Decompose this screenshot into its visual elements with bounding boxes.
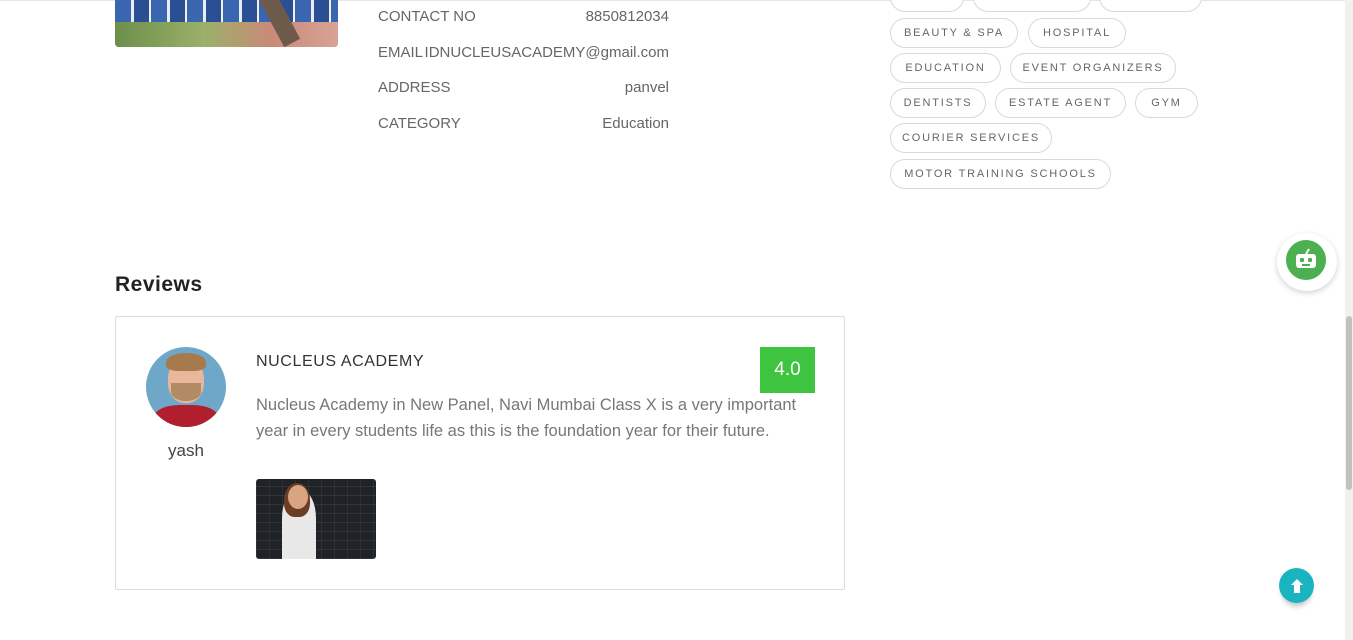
chatbot-icon: [1286, 240, 1326, 280]
reviews-title: Reviews: [115, 273, 203, 296]
detail-row-address: ADDRESS panvel: [378, 79, 669, 99]
category-tag[interactable]: GYM: [1135, 88, 1198, 118]
arrow-up-icon: [1290, 578, 1303, 593]
chatbot-button[interactable]: [1277, 233, 1337, 291]
listing-photo: [115, 0, 338, 47]
detail-label: CONTACT NO: [378, 8, 476, 25]
category-tag[interactable]: COURIER SERVICES: [890, 123, 1052, 153]
detail-value: Education: [602, 115, 669, 132]
review-text: Nucleus Academy in New Panel, Navi Mumba…: [256, 396, 797, 440]
detail-label: ADDRESS: [378, 79, 451, 96]
avatar: [146, 347, 226, 427]
detail-label: EMAIL: [378, 44, 424, 61]
review-heading: NUCLEUS ACADEMY: [256, 353, 425, 370]
category-tag[interactable]: EVENT ORGANIZERS: [1010, 53, 1176, 83]
reviewer-name: yash: [168, 441, 204, 460]
scrollbar-thumb[interactable]: [1346, 316, 1352, 490]
category-tag[interactable]: EDUCATION: [890, 53, 1001, 83]
rating-badge: 4.0: [760, 347, 815, 393]
category-tag[interactable]: BEAUTY & SPA: [890, 18, 1018, 48]
category-tag[interactable]: HOSPITAL: [1028, 18, 1126, 48]
category-tag[interactable]: DENTISTS: [890, 88, 986, 118]
review-card: yash NUCLEUS ACADEMY 4.0 Nucleus Academy…: [115, 316, 845, 590]
detail-row-contact: CONTACT NO 8850812034: [378, 8, 669, 28]
scroll-top-button[interactable]: [1279, 568, 1314, 603]
detail-value: panvel: [624, 79, 669, 96]
detail-row-category: CATEGORY Education: [378, 115, 669, 135]
review-photo[interactable]: [256, 479, 376, 559]
category-tag[interactable]: MOTOR TRAINING SCHOOLS: [890, 159, 1111, 189]
detail-label: CATEGORY: [378, 115, 461, 132]
detail-row-email: EMAIL IDNUCLEUSACADEMY@gmail.com: [378, 44, 669, 64]
category-tag-partial[interactable]: [973, 0, 1091, 12]
detail-value: 8850812034: [585, 8, 669, 25]
category-tag[interactable]: ESTATE AGENT: [995, 88, 1126, 118]
category-tag-partial[interactable]: [1099, 0, 1202, 12]
detail-value: IDNUCLEUSACADEMY@gmail.com: [424, 44, 669, 61]
category-tag-partial[interactable]: [890, 0, 964, 12]
